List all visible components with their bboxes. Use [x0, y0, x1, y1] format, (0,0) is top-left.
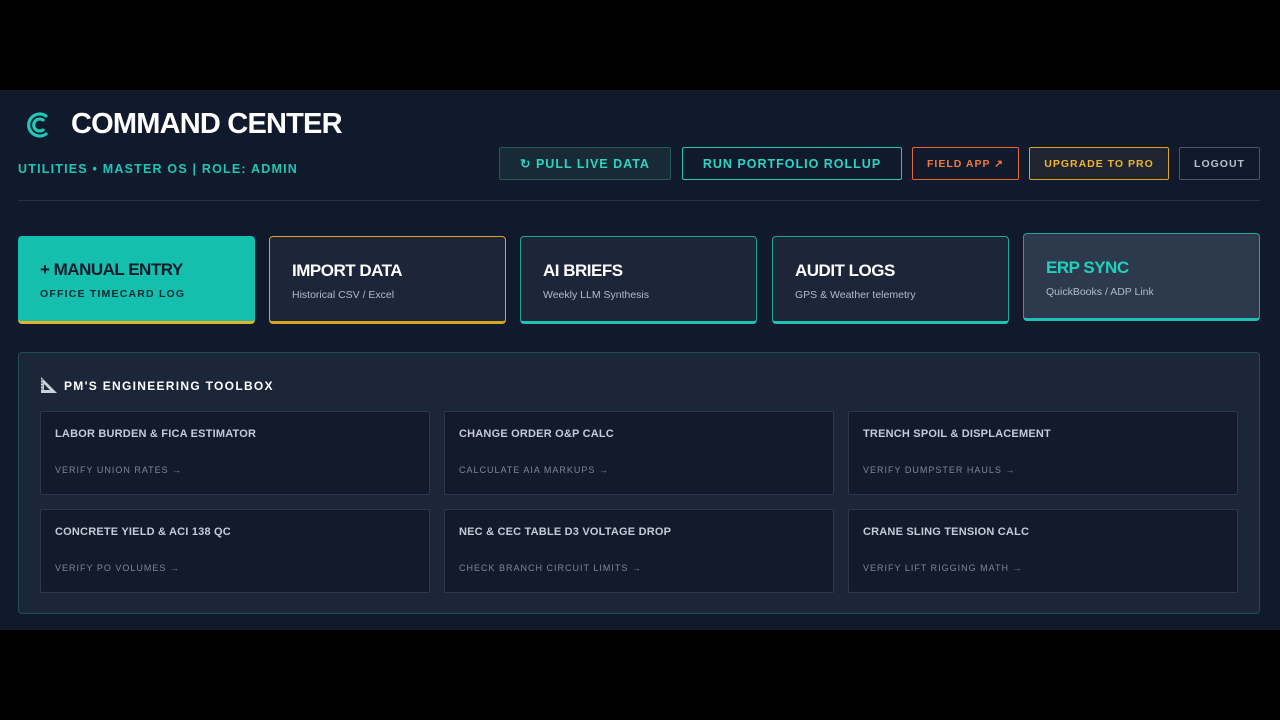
tool-title: TRENCH SPOIL & DISPLACEMENT [863, 428, 1051, 440]
import-data-card[interactable]: IMPORT DATA Historical CSV / Excel [269, 236, 506, 324]
tool-title: CONCRETE YIELD & ACI 138 QC [55, 526, 231, 538]
tool-concrete-yield[interactable]: CONCRETE YIELD & ACI 138 QC VERIFY PO VO… [40, 509, 430, 593]
c-logo-icon [27, 112, 48, 138]
page-title: COMMAND CENTER [71, 108, 343, 140]
logout-button[interactable]: LOGOUT [1179, 147, 1260, 180]
tool-link[interactable]: VERIFY DUMPSTER HAULS → [863, 465, 1237, 475]
manual-entry-card[interactable]: + MANUAL ENTRY OFFICE TIMECARD LOG [18, 236, 255, 324]
tool-title: NEC & CEC TABLE D3 VOLTAGE DROP [459, 526, 672, 538]
tool-link[interactable]: VERIFY UNION RATES → [55, 465, 429, 475]
set-square-icon [41, 377, 57, 393]
erp-sync-card[interactable]: ERP SYNC QuickBooks / ADP Link [1023, 233, 1260, 321]
card-subtitle: GPS & Weather telemetry [795, 289, 916, 301]
card-subtitle: OFFICE TIMECARD LOG [40, 288, 186, 300]
header-divider [18, 200, 1260, 201]
tool-title: CHANGE ORDER O&P CALC [459, 428, 614, 440]
tool-link[interactable]: CHECK BRANCH CIRCUIT LIMITS → [459, 563, 833, 573]
tool-title: CRANE SLING TENSION CALC [863, 526, 1030, 538]
field-app-button[interactable]: FIELD APP ↗ [912, 147, 1019, 180]
card-title: AI BRIEFS [543, 261, 623, 280]
upgrade-to-pro-button[interactable]: UPGRADE TO PRO [1029, 147, 1169, 180]
tool-link[interactable]: VERIFY LIFT RIGGING MATH → [863, 563, 1237, 573]
page-subtitle: UTILITIES • MASTER OS | ROLE: ADMIN [18, 162, 298, 176]
tool-labor-burden[interactable]: LABOR BURDEN & FICA ESTIMATOR VERIFY UNI… [40, 411, 430, 495]
card-title: IMPORT DATA [292, 261, 403, 280]
tool-trench-spoil[interactable]: TRENCH SPOIL & DISPLACEMENT VERIFY DUMPS… [848, 411, 1238, 495]
toolbox-title: PM'S ENGINEERING TOOLBOX [64, 379, 274, 393]
card-subtitle: QuickBooks / ADP Link [1046, 286, 1154, 298]
card-title: ERP SYNC [1046, 258, 1129, 277]
card-title: + MANUAL ENTRY [40, 260, 183, 279]
card-subtitle: Historical CSV / Excel [292, 289, 395, 301]
run-portfolio-rollup-button[interactable]: RUN PORTFOLIO ROLLUP [682, 147, 902, 180]
tool-title: LABOR BURDEN & FICA ESTIMATOR [55, 428, 257, 440]
card-subtitle: Weekly LLM Synthesis [543, 289, 650, 301]
tool-change-order[interactable]: CHANGE ORDER O&P CALC CALCULATE AIA MARK… [444, 411, 834, 495]
pull-live-data-button[interactable]: ↻ PULL LIVE DATA [499, 147, 671, 180]
tool-link[interactable]: CALCULATE AIA MARKUPS → [459, 465, 833, 475]
tool-crane-sling[interactable]: CRANE SLING TENSION CALC VERIFY LIFT RIG… [848, 509, 1238, 593]
card-title: AUDIT LOGS [795, 261, 895, 280]
tool-voltage-drop[interactable]: NEC & CEC TABLE D3 VOLTAGE DROP CHECK BR… [444, 509, 834, 593]
audit-logs-card[interactable]: AUDIT LOGS GPS & Weather telemetry [772, 236, 1009, 324]
tool-link[interactable]: VERIFY PO VOLUMES → [55, 563, 429, 573]
ai-briefs-card[interactable]: AI BRIEFS Weekly LLM Synthesis [520, 236, 757, 324]
